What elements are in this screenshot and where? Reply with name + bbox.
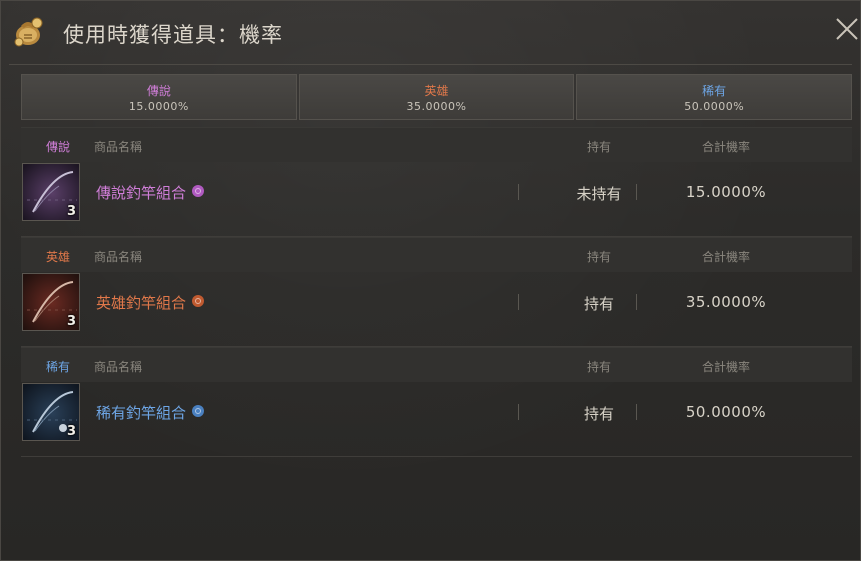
item-thumbnail[interactable]: 3: [22, 383, 80, 441]
column-separator: [636, 294, 637, 310]
section-header: 傳說 商品名稱 持有 合計機率: [21, 127, 852, 162]
total-rate: 35.0000%: [685, 293, 767, 311]
column-header-rate: 合計機率: [701, 360, 750, 374]
column-separator: [518, 294, 519, 310]
section-grade-label: 傳說: [45, 140, 70, 154]
summary-legendary: 傳說 15.0000%: [21, 74, 297, 120]
summary-rate-value: 15.0000%: [128, 100, 189, 113]
section-heroic: 英雄 商品名稱 持有 合計機率 3 英雄釣竿組合 持有 35.0000%: [21, 237, 852, 347]
header-divider: [9, 64, 852, 65]
item-name[interactable]: 英雄釣竿組合: [96, 292, 205, 313]
column-header-name: 商品名稱: [94, 140, 143, 154]
item-name-label[interactable]: 英雄釣竿組合: [96, 294, 186, 312]
total-rate: 15.0000%: [685, 183, 767, 201]
item-count: 3: [66, 204, 76, 219]
info-icon[interactable]: [192, 405, 205, 417]
close-icon[interactable]: [833, 15, 860, 43]
item-name[interactable]: 傳說釣竿組合: [96, 182, 205, 203]
item-name-label[interactable]: 稀有釣竿組合: [96, 404, 186, 422]
column-header-owned: 持有: [586, 360, 611, 374]
total-rate: 50.0000%: [685, 403, 767, 421]
owned-status: 持有: [583, 405, 614, 423]
summary-heroic: 英雄 35.0000%: [298, 74, 575, 120]
column-header-owned: 持有: [586, 250, 611, 264]
probability-window: 使用時獲得道具：機率 傳說 15.0000% 英雄 35.0000% 稀有 50…: [0, 0, 861, 561]
section-legendary: 傳說 商品名稱 持有 合計機率 3 傳說釣竿組合 未持有 15.0000%: [21, 127, 852, 237]
column-separator: [636, 184, 637, 200]
item-row[interactable]: 3 傳說釣竿組合 未持有 15.0000%: [21, 162, 852, 237]
window-title: 使用時獲得道具：機率: [63, 23, 283, 47]
probability-summary: 傳說 15.0000% 英雄 35.0000% 稀有 50.0000%: [21, 74, 853, 120]
section-header: 稀有 商品名稱 持有 合計機率: [21, 347, 852, 382]
column-header-rate: 合計機率: [701, 250, 750, 264]
section-grade-label: 英雄: [45, 250, 70, 264]
item-thumbnail[interactable]: 3: [22, 163, 80, 221]
item-thumbnail[interactable]: 3: [22, 273, 80, 331]
summary-grade-label: 稀有: [702, 84, 727, 98]
item-row[interactable]: 3 英雄釣竿組合 持有 35.0000%: [21, 272, 852, 347]
column-header-owned: 持有: [586, 140, 611, 154]
item-name[interactable]: 稀有釣竿組合: [96, 402, 205, 423]
owned-status: 未持有: [576, 185, 622, 203]
column-header-name: 商品名稱: [94, 360, 143, 374]
window-header: 使用時獲得道具：機率: [1, 1, 860, 63]
section-rare: 稀有 商品名稱 持有 合計機率 3 稀有釣竿組合 持有 50.0000%: [21, 347, 852, 457]
info-icon[interactable]: [192, 295, 205, 307]
section-header: 英雄 商品名稱 持有 合計機率: [21, 237, 852, 272]
item-name-label[interactable]: 傳說釣竿組合: [96, 184, 186, 202]
item-count: 3: [66, 314, 76, 329]
column-separator: [518, 184, 519, 200]
summary-rate-value: 50.0000%: [684, 100, 745, 113]
coin-pouch-icon: [11, 13, 47, 49]
summary-rate-value: 35.0000%: [406, 100, 467, 113]
item-count: 3: [66, 424, 76, 439]
summary-rare: 稀有 50.0000%: [576, 74, 853, 120]
column-separator: [636, 404, 637, 420]
column-separator: [518, 404, 519, 420]
owned-status: 持有: [583, 295, 614, 313]
column-header-name: 商品名稱: [94, 250, 143, 264]
column-header-rate: 合計機率: [701, 140, 750, 154]
info-icon[interactable]: [192, 185, 205, 197]
item-row[interactable]: 3 稀有釣竿組合 持有 50.0000%: [21, 382, 852, 457]
summary-grade-label: 英雄: [424, 84, 449, 98]
summary-grade-label: 傳說: [146, 84, 171, 98]
section-grade-label: 稀有: [45, 360, 70, 374]
